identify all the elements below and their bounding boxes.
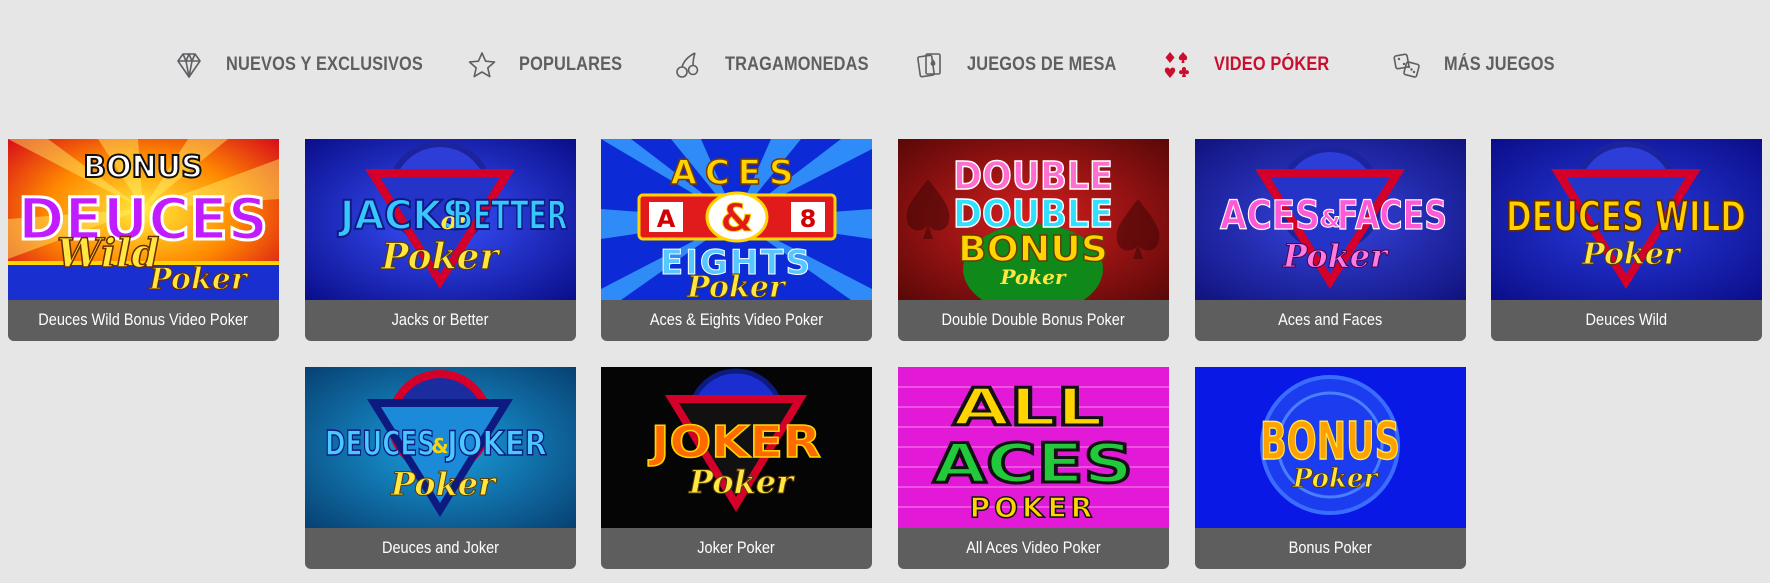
game-thumbnail: ALL ACES POKER — [898, 367, 1169, 528]
nav-item-tragamonedas[interactable]: TRAGAMONEDAS — [671, 40, 892, 90]
game-card-aces-eights[interactable]: ACES A & 8 EIGHTS Poker Aces & Eights Vi… — [601, 139, 872, 341]
nav-label: VIDEO PÓKER — [1214, 54, 1330, 75]
game-thumbnail: BONUS DEUCES Wild Poker — [8, 139, 279, 300]
logo-text: POKER — [970, 491, 1097, 524]
game-title: Aces & Eights Video Poker — [649, 311, 824, 329]
game-title: Joker Poker — [697, 539, 776, 557]
game-thumbnail: DOUBLE DOUBLE BONUS Poker — [898, 139, 1169, 300]
nav-label: TRAGAMONEDAS — [725, 54, 869, 75]
logo-text: JOKER — [648, 417, 821, 468]
game-title: Deuces Wild Bonus Video Poker — [38, 311, 249, 329]
logo-text: & — [720, 196, 753, 240]
game-card-double-double-bonus[interactable]: DOUBLE DOUBLE BONUS Poker Double Double … — [898, 139, 1169, 341]
game-card-deuces-and-joker[interactable]: DEUCES & JOKER Poker Deuces and Joker — [305, 367, 576, 569]
logo-text: BONUS — [1260, 412, 1400, 472]
game-title: Deuces and Joker — [381, 539, 500, 557]
game-card-deuces-wild-bonus[interactable]: BONUS DEUCES Wild Poker Deuces Wild Bonu… — [8, 139, 279, 341]
playing-cards-icon — [913, 48, 947, 82]
game-thumbnail: DEUCES & JOKER Poker — [305, 367, 576, 528]
logo-text: Poker — [686, 270, 787, 300]
logo-text: ACES — [933, 432, 1133, 495]
logo-text: Poker — [1581, 237, 1682, 272]
nav-item-nuevos[interactable]: NUEVOS Y EXCLUSIVOS — [172, 40, 455, 90]
game-title: Jacks or Better — [392, 311, 489, 329]
cherries-icon — [671, 48, 705, 82]
nav-item-mas-juegos[interactable]: MÁS JUEGOS — [1390, 40, 1573, 90]
game-card-joker-poker[interactable]: JOKER Poker Joker Poker — [601, 367, 872, 569]
logo-text: Poker — [381, 236, 502, 278]
logo-text: A — [657, 205, 676, 233]
logo-text: BETTER — [453, 193, 568, 239]
logo-text: Poker — [688, 463, 795, 501]
star-icon — [465, 48, 499, 82]
logo-text: ACES — [1220, 193, 1320, 239]
card-suits-icon — [1160, 48, 1194, 82]
game-card-jacks-or-better[interactable]: JACKS or BETTER Poker Jacks or Better — [305, 139, 576, 341]
logo-text: JOKER — [445, 424, 547, 464]
logo-text: Poker — [1000, 265, 1067, 289]
game-thumbnail: ACES A & 8 EIGHTS Poker — [601, 139, 872, 300]
logo-text: Poker — [390, 465, 497, 503]
logo-text: Poker — [148, 262, 249, 297]
dice-icon — [1390, 48, 1424, 82]
game-card-aces-and-faces[interactable]: ACES & FACES Poker Aces and Faces — [1195, 139, 1466, 341]
game-thumbnail: JOKER Poker — [601, 367, 872, 528]
game-thumbnail: ACES & FACES Poker — [1195, 139, 1466, 300]
game-thumbnail: DEUCES WILD Poker — [1491, 139, 1762, 300]
logo-text: FACES — [1337, 193, 1447, 239]
game-card-deuces-wild[interactable]: DEUCES WILD Poker Deuces Wild — [1491, 139, 1762, 341]
game-title: All Aces Video Poker — [966, 539, 1101, 557]
nav-label: MÁS JUEGOS — [1444, 54, 1555, 75]
nav-item-juegos-de-mesa[interactable]: JUEGOS DE MESA — [913, 40, 1141, 90]
game-title: Aces and Faces — [1278, 311, 1383, 329]
logo-text: DEUCES WILD — [1506, 192, 1746, 241]
game-title: Double Double Bonus Poker — [941, 311, 1126, 329]
game-thumbnail: BONUS Poker — [1195, 367, 1466, 528]
logo-text: BONUS — [958, 229, 1108, 270]
nav-item-video-poker[interactable]: VIDEO PÓKER — [1160, 40, 1348, 90]
logo-text: BONUS — [83, 150, 202, 185]
nav-label: JUEGOS DE MESA — [967, 54, 1117, 75]
logo-text: Poker — [1292, 464, 1380, 494]
game-thumbnail: JACKS or BETTER Poker — [305, 139, 576, 300]
logo-text: 8 — [800, 205, 817, 233]
logo-text: Poker — [1282, 237, 1389, 275]
category-nav: NUEVOS Y EXCLUSIVOS POPULARES TRAGAMONED… — [0, 40, 1770, 90]
diamond-icon — [172, 48, 206, 82]
logo-text: DEUCES — [325, 424, 435, 464]
nav-label: POPULARES — [519, 54, 623, 75]
logo-text: ACES — [671, 153, 802, 193]
game-card-bonus-poker[interactable]: BONUS Poker Bonus Poker — [1195, 367, 1466, 569]
game-title: Bonus Poker — [1288, 539, 1373, 557]
game-card-all-aces[interactable]: ALL ACES POKER All Aces Video Poker — [898, 367, 1169, 569]
logo-text: ALL — [953, 378, 1103, 438]
nav-item-populares[interactable]: POPULARES — [465, 40, 639, 90]
logo-text: Wild — [57, 230, 160, 277]
nav-label: NUEVOS Y EXCLUSIVOS — [226, 54, 423, 75]
game-title: Deuces Wild — [1585, 311, 1668, 329]
